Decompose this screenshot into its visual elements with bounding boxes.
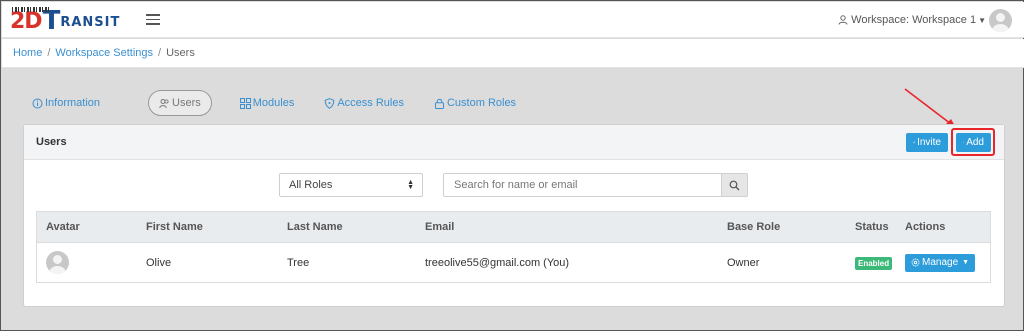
- manage-button[interactable]: Manage ▼: [905, 253, 976, 272]
- row-last-name: Tree: [287, 256, 310, 269]
- card-title: Users: [36, 136, 67, 148]
- row-email: treeolive55@gmail.com (You): [425, 256, 570, 269]
- sort-arrows-icon: ▲ ▼: [407, 179, 414, 191]
- app-window: 2D T RANSIT Workspace: Workspace 1 ▼ Hom…: [0, 0, 1024, 331]
- settings-tabs: Information Users Modules Access Rules C…: [32, 90, 546, 116]
- table-header: Avatar First Name Last Name Email Base R…: [37, 212, 990, 242]
- column-header-email: Email: [425, 221, 455, 233]
- tab-label: Information: [45, 97, 101, 109]
- info-circle-icon: [32, 98, 43, 108]
- column-header-status: Status: [855, 221, 889, 233]
- tab-users[interactable]: Users: [148, 90, 212, 116]
- user-icon: [838, 15, 848, 25]
- barcode-icon: [12, 7, 50, 12]
- tab-custom-roles[interactable]: Custom Roles: [434, 90, 516, 116]
- hamburger-icon[interactable]: [146, 14, 160, 25]
- card-header: Users Invite Add: [24, 125, 1004, 160]
- caret-down-icon: ▼: [978, 15, 986, 25]
- avatar: [46, 251, 69, 274]
- users-table: Avatar First Name Last Name Email Base R…: [36, 211, 991, 283]
- column-header-first-name: First Name: [146, 221, 203, 233]
- top-navbar: 2D T RANSIT Workspace: Workspace 1 ▼: [2, 2, 1024, 38]
- gear-icon: [911, 258, 920, 267]
- workspace-dropdown[interactable]: Workspace: Workspace 1 ▼: [838, 14, 986, 26]
- add-button[interactable]: Add: [956, 133, 991, 152]
- caret-down-icon: ▼: [962, 259, 970, 266]
- invite-button[interactable]: Invite: [906, 133, 948, 152]
- tab-modules[interactable]: Modules: [239, 90, 295, 116]
- column-header-actions: Actions: [905, 221, 946, 233]
- invite-label: Invite: [917, 137, 941, 148]
- breadcrumb-home[interactable]: Home: [13, 47, 42, 59]
- logo-text-2d: 2D: [10, 9, 43, 34]
- row-base-role: Owner: [727, 256, 760, 269]
- breadcrumb-current: Users: [166, 47, 195, 59]
- add-label: Add: [966, 137, 984, 148]
- plus-circle-icon: [963, 141, 965, 144]
- users-card: Users Invite Add All Roles ▲ ▼ Search fo…: [23, 124, 1005, 307]
- tab-label: Modules: [252, 97, 295, 109]
- role-filter-select[interactable]: All Roles ▲ ▼: [279, 173, 423, 197]
- logo-text-ransit: RANSIT: [60, 15, 121, 30]
- brand-logo[interactable]: 2D T RANSIT: [10, 6, 120, 34]
- lock-icon: [434, 98, 444, 109]
- breadcrumb-separator: /: [47, 47, 51, 59]
- column-header-last-name: Last Name: [287, 221, 343, 233]
- column-header-base-role: Base Role: [727, 221, 781, 233]
- tab-information[interactable]: Information: [32, 90, 100, 116]
- role-filter-value: All Roles: [289, 179, 333, 191]
- paper-plane-icon: [913, 141, 916, 144]
- workspace-label: Workspace: Workspace 1: [851, 14, 977, 26]
- grid-icon: [239, 97, 251, 109]
- search-input[interactable]: [443, 173, 722, 197]
- breadcrumb-workspace-settings[interactable]: Workspace Settings: [55, 47, 153, 59]
- users-icon: [159, 98, 169, 108]
- breadcrumb-separator: /: [158, 47, 162, 59]
- user-avatar[interactable]: [989, 9, 1012, 32]
- status-badge-text: Enabled: [855, 256, 893, 270]
- tab-label: Users: [172, 97, 201, 109]
- search-button[interactable]: [721, 173, 748, 197]
- tab-label: Access Rules: [337, 97, 404, 109]
- column-header-avatar: Avatar: [46, 221, 80, 233]
- manage-label: Manage: [922, 257, 959, 268]
- row-first-name: Olive: [146, 256, 172, 269]
- row-avatar-cell: [46, 251, 69, 274]
- status-badge: Enabled: [855, 256, 893, 270]
- tab-access-rules[interactable]: Access Rules: [324, 90, 404, 116]
- tab-label: Custom Roles: [446, 97, 517, 109]
- table-row: Olive Tree treeolive55@gmail.com (You) O…: [37, 242, 990, 282]
- search-icon: [729, 180, 740, 190]
- breadcrumb: Home / Workspace Settings / Users: [2, 39, 1024, 68]
- shield-icon: [325, 97, 335, 109]
